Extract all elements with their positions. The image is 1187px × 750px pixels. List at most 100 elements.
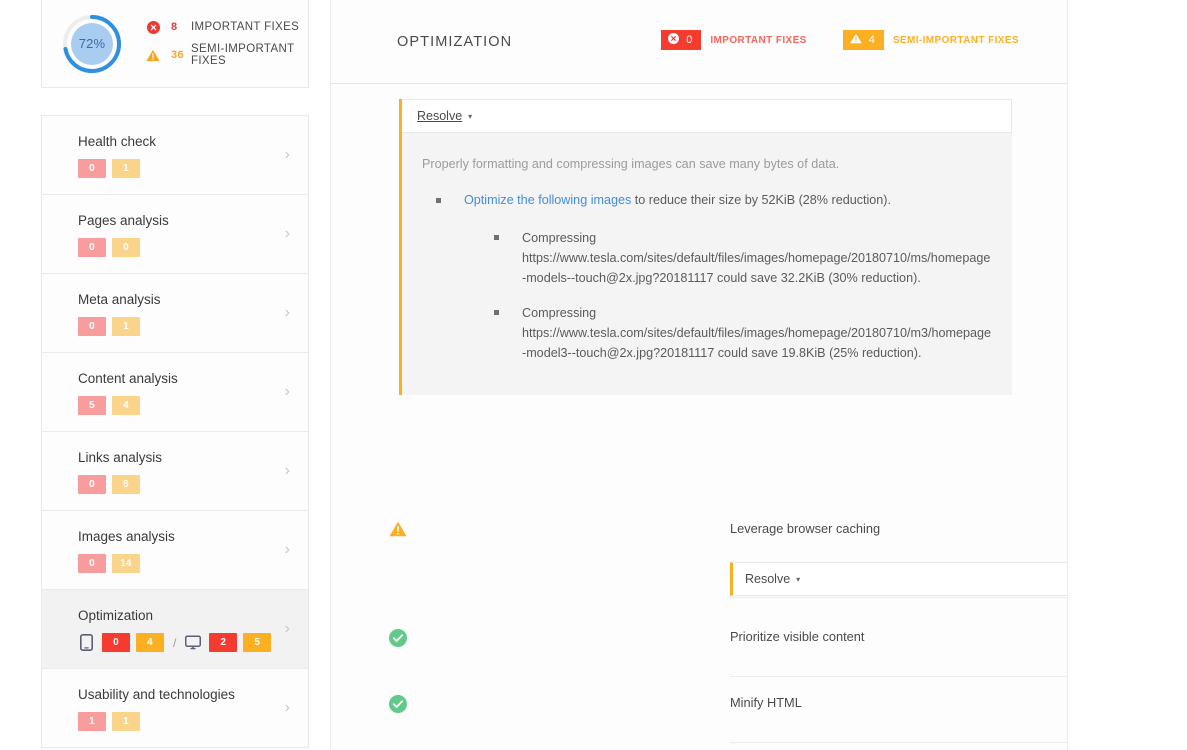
sidebar-item-meta-analysis[interactable]: Meta analysis 0 1 › (42, 274, 308, 353)
badge-soft-red: 0 (78, 317, 106, 336)
sidebar-item-label: Optimization (78, 608, 154, 623)
badge-soft-red: 1 (78, 712, 106, 731)
chevron-down-icon: ▾ (468, 111, 473, 121)
sidebar-item-health-check[interactable]: Health check 0 1 › (42, 116, 308, 195)
header-semi-important-badge: 4 SEMI-IMPORTANT FIXES (842, 30, 1019, 50)
score-percent: 72% (78, 36, 106, 51)
sidebar-item-links-analysis[interactable]: Links analysis 0 6 › (42, 432, 308, 511)
recommendation-detail: Properly formatting and compressing imag… (402, 133, 1012, 395)
sidebar-item-label: Links analysis (78, 450, 163, 465)
badge-strong-red: 2 (209, 633, 238, 652)
sidebar-item-label: Pages analysis (78, 213, 169, 228)
sub-bullet-prefix: Compressing (522, 305, 597, 320)
resolve-toggle-expanded[interactable]: Resolve ▾ (402, 99, 1012, 133)
sidebar-item-badges: 06 (78, 475, 308, 494)
warning-triangle-icon (850, 31, 862, 49)
header-important-badge: 0 IMPORTANT FIXES (661, 30, 807, 50)
page-title: OPTIMIZATION (397, 33, 513, 50)
chevron-right-icon: › (284, 699, 290, 716)
chevron-right-icon: › (284, 304, 290, 321)
sidebar-item-content-analysis[interactable]: Content analysis 5 4 › (42, 353, 308, 432)
recommendation-description: Properly formatting and compressing imag… (422, 157, 840, 171)
sidebar-item-label: Images analysis (78, 529, 175, 544)
badge-strong-red: 0 (102, 633, 130, 652)
chevron-right-icon: › (284, 146, 290, 163)
chevron-right-icon: › (284, 462, 290, 479)
check-circle-icon (389, 629, 407, 647)
sub-bullet-suffix: could save 19.8KiB (25% reduction). (714, 346, 922, 361)
sidebar-item-label: Meta analysis (78, 292, 161, 307)
badge-soft-red: 0 (78, 159, 106, 178)
sidebar-item-badges: 0 4 / 2 5 (78, 633, 308, 652)
resolve-toggle-collapsed[interactable]: Resolve ▾ (730, 562, 1067, 596)
expanded-recommendation: Resolve ▾ Properly formatting and compre… (399, 99, 1012, 395)
row-divider (730, 742, 1067, 743)
recommendation-row-label: Prioritize visible content (730, 629, 865, 644)
recommendation-bullets: Optimize the following images to reduce … (436, 191, 992, 363)
chevron-right-icon: › (284, 620, 290, 637)
badge-soft-orange: 14 (112, 554, 140, 573)
badge-soft-orange: 1 (112, 159, 140, 178)
row-divider (730, 597, 1067, 598)
sub-bullet: Compressing https://www.tesla.com/sites/d… (494, 303, 992, 363)
badge-soft-orange: 1 (112, 712, 140, 731)
score-ring: 72% (60, 12, 124, 76)
fix-summary-lines: 8 IMPORTANT FIXES 36 SEMI-IMPORTANT FIXE… (146, 20, 308, 67)
badge-strong-orange: 5 (243, 633, 272, 652)
resolve-label: Resolve (745, 572, 791, 586)
sub-bullet-list: Compressing https://www.tesla.com/sites/d… (494, 228, 992, 364)
important-fixes-count: 8 (171, 21, 178, 33)
check-circle-icon (389, 695, 407, 713)
error-circle-icon (668, 31, 680, 49)
chevron-down-icon: ▾ (796, 574, 801, 584)
mobile-phone-icon (78, 634, 94, 651)
badge-strong-orange: 4 (136, 633, 164, 652)
warning-triangle-icon (389, 521, 407, 539)
sidebar-item-pages-analysis[interactable]: Pages analysis 0 0 › (42, 195, 308, 274)
chevron-right-icon: › (284, 541, 290, 558)
sidebar-item-optimization[interactable]: Optimization 0 4 / 2 5 › (42, 590, 308, 669)
badge-soft-red: 0 (78, 554, 106, 573)
analysis-nav-list: Health check 0 1 › Pages analysis 0 0 › Meta ana… (41, 115, 309, 748)
sidebar-item-badges: 11 (78, 712, 308, 731)
semi-important-fixes-line: 36 SEMI-IMPORTANT FIXES (146, 43, 308, 67)
optimize-images-link[interactable]: Optimize the following images (464, 193, 631, 207)
sidebar-item-images-analysis[interactable]: Images analysis 0 14 › (42, 511, 308, 590)
sidebar-item-label: Health check (78, 134, 157, 149)
header-important-count: 0 (686, 34, 693, 46)
resolve-label: Resolve (417, 109, 463, 123)
badge-soft-orange: 1 (112, 317, 140, 336)
badge-soft-red: 5 (78, 396, 106, 415)
badge-soft-orange: 0 (112, 238, 140, 257)
sidebar-item-usability-and-technologies[interactable]: Usability and technologies 1 1 › (42, 669, 308, 747)
optimization-panel: OPTIMIZATION 0 IMPORTANT FIXES 4 SEMI-IM… (330, 0, 1068, 750)
semi-important-fixes-label: SEMI-IMPORTANT FIXES (191, 43, 295, 67)
badge-soft-red: 0 (78, 475, 106, 494)
sidebar-item-badges: 01 (78, 159, 308, 178)
header-semi-important-count: 4 (868, 34, 875, 46)
semi-important-fixes-count: 36 (171, 49, 184, 61)
sub-bullet-suffix: could save 32.2KiB (30% reduction). (713, 270, 921, 285)
recommendation-row-label: Minify HTML (730, 695, 802, 710)
badge-soft-orange: 4 (112, 396, 140, 415)
sidebar-item-badges: 0 14 (78, 554, 308, 573)
primary-bullet: Optimize the following images to reduce … (436, 191, 992, 363)
header-badges: 0 IMPORTANT FIXES 4 SEMI-IMPORTANT FIXES (661, 30, 1019, 50)
sidebar-item-label: Content analysis (78, 371, 178, 386)
important-fixes-line: 8 IMPORTANT FIXES (146, 20, 308, 34)
sidebar: 72% 8 IMPORTANT FIXES 36 SEMI-IMPORTANT … (41, 0, 309, 748)
primary-bullet-rest: to reduce their size by 52KiB (28% reduc… (631, 193, 891, 207)
sub-bullet: Compressing https://www.tesla.com/sites/d… (494, 228, 992, 288)
sub-bullet-prefix: Compressing (522, 230, 597, 245)
chevron-right-icon: › (284, 225, 290, 242)
badge-soft-orange: 6 (112, 475, 140, 494)
sidebar-item-label: Usability and technologies (78, 687, 235, 702)
panel-body: Resolve ▾ Properly formatting and compre… (331, 84, 1067, 750)
badge-soft-red: 0 (78, 238, 106, 257)
sidebar-item-badges: 54 (78, 396, 308, 415)
header-important-label: IMPORTANT FIXES (710, 34, 807, 46)
app-page: 72% 8 IMPORTANT FIXES 36 SEMI-IMPORTANT … (0, 0, 1187, 750)
chevron-right-icon: › (284, 383, 290, 400)
score-summary-card: 72% 8 IMPORTANT FIXES 36 SEMI-IMPORTANT … (41, 0, 309, 88)
sidebar-item-badges: 01 (78, 317, 308, 336)
